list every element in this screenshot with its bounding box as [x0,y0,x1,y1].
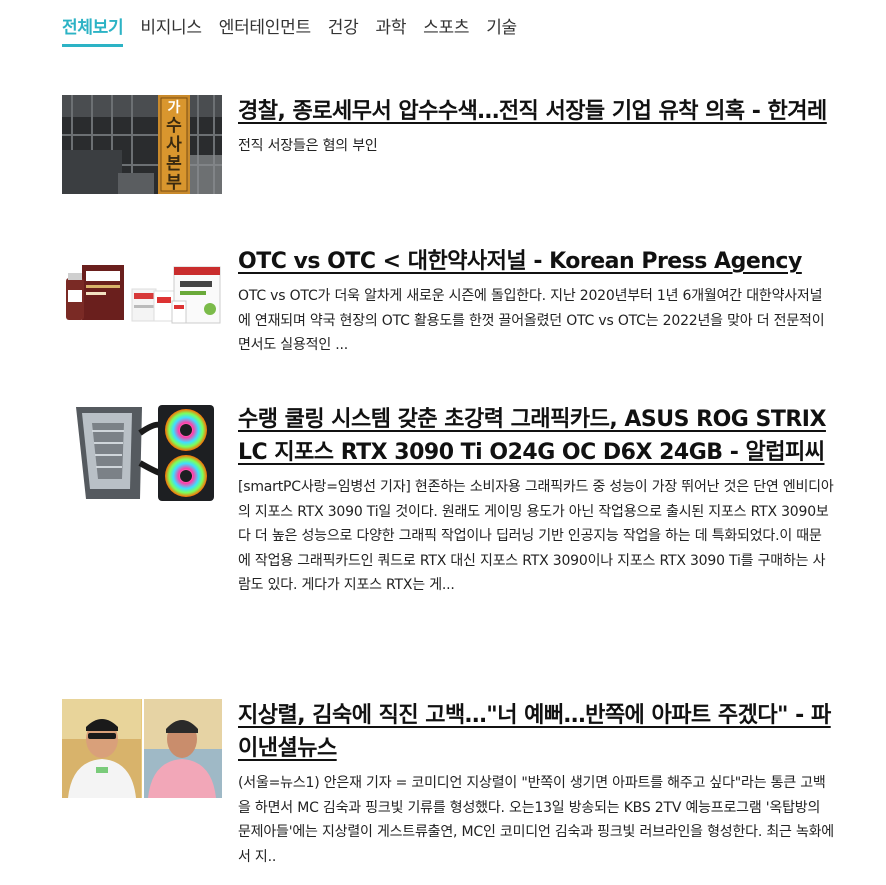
article-description: 전직 서장들은 혐의 부인 [238,138,378,154]
thumbnail-text: 가 [168,100,181,116]
tab-science[interactable]: 과학 [375,14,406,48]
thumbnail-sign-text: 수사본부 [166,116,182,193]
article-description: (서울=뉴스1) 안은재 기자 = 코미디언 지상렬이 "반쪽이 생기면 아파트… [238,775,834,865]
tab-health[interactable]: 건강 [328,14,359,48]
article-thumbnail[interactable] [62,403,222,502]
article-thumbnail[interactable]: 가 수사본부 [62,95,222,194]
article-description: [smartPC사랑=임병선 기자] 현존하는 소비자용 그래픽카드 중 성능이… [238,479,834,593]
tab-entertainment[interactable]: 엔터테인먼트 [219,14,311,48]
tab-technology[interactable]: 기술 [486,14,517,48]
article-description: OTC vs OTC가 더욱 알차게 새로운 시즌에 돌입한다. 지난 2020… [238,288,825,353]
article-title[interactable]: OTC vs OTC < 대한약사저널 - Korean Press Agenc… [238,245,834,278]
category-tabs: 전체보기 비지니스 엔터테인먼트 건강 과학 스포츠 기술 [62,14,534,48]
tab-all[interactable]: 전체보기 [62,14,124,47]
article-title[interactable]: 지상렬, 김숙에 직진 고백…"너 예뻐…반쪽에 아파트 주겠다" - 파이낸셜… [238,699,834,765]
article-thumbnail[interactable] [62,699,222,798]
article-thumbnail[interactable] [62,245,222,344]
article-title[interactable]: 경찰, 종로세무서 압수수색…전직 서장들 기업 유착 의혹 - 한겨레 [238,95,834,128]
tab-sports[interactable]: 스포츠 [423,14,469,48]
tab-business[interactable]: 비지니스 [140,14,202,48]
article-title[interactable]: 수랭 쿨링 시스템 갖춘 초강력 그래픽카드, ASUS ROG STRIX L… [238,403,834,469]
